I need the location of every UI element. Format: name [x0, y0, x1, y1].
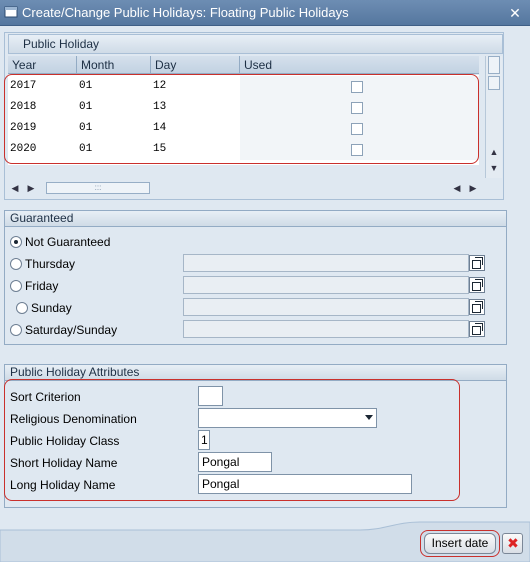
radio-button[interactable] [10, 324, 22, 336]
radio-not-guaranteed[interactable]: Not Guaranteed [10, 233, 160, 251]
column-header-used[interactable]: Used [240, 56, 479, 74]
value-help-icon[interactable] [469, 255, 485, 271]
cell-month[interactable]: 01 [77, 118, 151, 139]
friday-field [183, 276, 469, 294]
radio-label: Thursday [25, 257, 76, 271]
cell-used [240, 97, 479, 118]
cell-month[interactable]: 01 [77, 76, 151, 97]
scroll-down-icon[interactable]: ▼ [486, 160, 502, 176]
cell-day[interactable]: 14 [151, 118, 240, 139]
value-help-icon[interactable] [469, 277, 485, 293]
scrollbar-thumb[interactable] [488, 76, 500, 90]
guaranteed-title: Guaranteed [5, 211, 506, 227]
scroll-right-icon[interactable]: ▶ [466, 180, 480, 196]
table-row[interactable]: 2017 01 12 [8, 76, 479, 97]
value-help-icon[interactable] [469, 321, 485, 337]
cell-used [240, 139, 479, 160]
long-name-label: Long Holiday Name [10, 478, 116, 492]
holiday-class-input[interactable]: 1 [198, 430, 210, 450]
radio-label: Sunday [31, 301, 72, 315]
sort-criterion-label: Sort Criterion [10, 390, 81, 404]
used-checkbox[interactable] [351, 144, 363, 156]
used-checkbox[interactable] [351, 102, 363, 114]
scroll-left-icon[interactable]: ◀ [8, 180, 22, 196]
saturday-sunday-field [183, 320, 469, 338]
religious-denomination-select[interactable] [198, 408, 377, 428]
table-horizontal-scrollbar[interactable]: ◀ ▶ ::: ◀ ▶ [8, 180, 482, 196]
radio-label: Friday [25, 279, 59, 293]
table-header: Year Month Day Used [8, 56, 479, 74]
scrollbar-thumb-top[interactable] [488, 56, 500, 74]
window-title: Create/Change Public Holidays: Floating … [22, 5, 349, 20]
sort-criterion-input[interactable] [198, 386, 223, 406]
sunday-field [183, 298, 469, 316]
radio-button[interactable] [10, 280, 22, 292]
insert-date-button[interactable]: Insert date [424, 533, 496, 554]
window-icon [4, 6, 18, 18]
long-name-input[interactable]: Pongal [198, 474, 412, 494]
radio-thursday[interactable]: Thursday [10, 255, 160, 273]
cell-day[interactable]: 15 [151, 139, 240, 160]
cell-used [240, 76, 479, 97]
cell-day[interactable]: 13 [151, 97, 240, 118]
horizontal-scroll-thumb[interactable]: ::: [46, 182, 150, 194]
thursday-field [183, 254, 469, 272]
table-body: 2017 01 12 2018 01 13 2019 01 14 2020 01… [8, 75, 479, 165]
religious-denomination-label: Religious Denomination [10, 412, 137, 426]
scroll-up-icon[interactable]: ▲ [486, 144, 502, 160]
radio-saturday-sunday[interactable]: Saturday/Sunday [10, 321, 160, 339]
value-help-icon[interactable] [469, 299, 485, 315]
column-header-day[interactable]: Day [151, 56, 240, 74]
table-row[interactable]: 2018 01 13 [8, 97, 479, 118]
short-name-label: Short Holiday Name [10, 456, 118, 470]
holiday-class-label: Public Holiday Class [10, 434, 120, 448]
radio-sunday[interactable]: Sunday [16, 299, 166, 317]
radio-button[interactable] [16, 302, 28, 314]
radio-label: Not Guaranteed [25, 235, 111, 249]
column-header-month[interactable]: Month [77, 56, 151, 74]
short-name-input[interactable]: Pongal [198, 452, 272, 472]
cell-year[interactable]: 2019 [8, 118, 77, 139]
attributes-title: Public Holiday Attributes [5, 365, 506, 381]
cancel-icon: ✖ [507, 535, 519, 551]
window-title-bar: Create/Change Public Holidays: Floating … [0, 0, 530, 26]
column-header-year[interactable]: Year [8, 56, 77, 74]
cell-used [240, 118, 479, 139]
close-window-icon[interactable]: ✕ [506, 4, 524, 22]
scroll-right-icon[interactable]: ▶ [24, 180, 38, 196]
used-checkbox[interactable] [351, 123, 363, 135]
cell-day[interactable]: 12 [151, 76, 240, 97]
cell-year[interactable]: 2017 [8, 76, 77, 97]
table-row[interactable]: 2019 01 14 [8, 118, 479, 139]
table-title: Public Holiday [8, 34, 503, 54]
cell-year[interactable]: 2018 [8, 97, 77, 118]
radio-button[interactable] [10, 258, 22, 270]
radio-label: Saturday/Sunday [25, 323, 118, 337]
cell-month[interactable]: 01 [77, 97, 151, 118]
radio-button[interactable] [10, 236, 22, 248]
table-row[interactable]: 2020 01 15 [8, 139, 479, 160]
scroll-left-icon[interactable]: ◀ [450, 180, 464, 196]
used-checkbox[interactable] [351, 81, 363, 93]
cell-month[interactable]: 01 [77, 139, 151, 160]
cancel-button[interactable]: ✖ [502, 533, 523, 554]
radio-friday[interactable]: Friday [10, 277, 160, 295]
chevron-down-icon[interactable] [365, 415, 373, 420]
table-vertical-scrollbar[interactable]: ▲ ▼ [485, 56, 502, 178]
cell-year[interactable]: 2020 [8, 139, 77, 160]
